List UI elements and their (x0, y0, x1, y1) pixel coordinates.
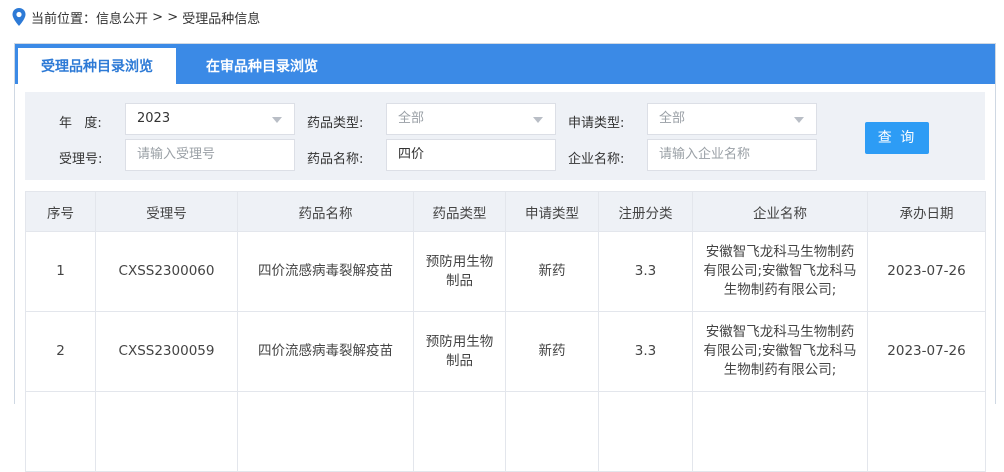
cell-index: 2 (25, 311, 96, 392)
accept-no-input[interactable]: 请输入受理号 (125, 139, 295, 171)
cell-accept-no: CXSS2300060 (95, 231, 238, 312)
col-header-reg-class: 注册分类 (598, 191, 693, 232)
cell-reg-class (598, 391, 693, 472)
cell-index: 1 (25, 231, 96, 312)
year-label: 年 度: (59, 116, 102, 131)
results-table: 序号 受理号 药品名称 药品类型 申请类型 注册分类 企业名称 承办日期 1 C… (25, 191, 986, 472)
cell-apply-type: 新药 (505, 311, 599, 392)
cell-drug-name (237, 391, 414, 472)
cell-reg-class: 3.3 (598, 231, 693, 312)
col-header-accept-no: 受理号 (95, 191, 238, 232)
table-row[interactable] (25, 391, 986, 472)
col-header-index: 序号 (25, 191, 96, 232)
cell-drug-type: 预防用生物制品 (413, 311, 506, 392)
query-button[interactable]: 查 询 (865, 122, 929, 154)
breadcrumb-prefix: 当前位置： (31, 11, 97, 27)
location-pin-icon (12, 8, 26, 26)
apply-type-select-value: 全部 (659, 111, 686, 126)
cell-company: 安徽智飞龙科马生物制药有限公司;安徽智飞龙科马生物制药有限公司; (692, 311, 868, 392)
chevron-down-icon (794, 117, 804, 123)
company-input[interactable]: 请输入企业名称 (647, 139, 817, 171)
col-header-drug-type: 药品类型 (413, 191, 506, 232)
col-header-company: 企业名称 (692, 191, 868, 232)
drug-type-label: 药品类型: (307, 116, 364, 131)
table-row[interactable]: 1 CXSS2300060 四价流感病毒裂解疫苗 预防用生物制品 新药 3.3 … (25, 231, 986, 312)
cell-date: 2023-07-26 (867, 231, 986, 312)
accept-no-label: 受理号: (59, 152, 103, 167)
cell-accept-no (95, 391, 238, 472)
cell-apply-type: 新药 (505, 231, 599, 312)
cell-drug-name: 四价流感病毒裂解疫苗 (237, 231, 414, 312)
cell-drug-type: 预防用生物制品 (413, 231, 506, 312)
table-header-row: 序号 受理号 药品名称 药品类型 申请类型 注册分类 企业名称 承办日期 (25, 191, 986, 232)
cell-reg-class: 3.3 (598, 311, 693, 392)
drug-type-select-value: 全部 (398, 111, 425, 126)
col-header-apply-type: 申请类型 (505, 191, 599, 232)
cell-company: 安徽智飞龙科马生物制药有限公司;安徽智飞龙科马生物制药有限公司; (692, 231, 868, 312)
cell-company (692, 391, 868, 472)
cell-accept-no: CXSS2300059 (95, 311, 238, 392)
tab-bar: 受理品种目录浏览 在审品种目录浏览 (15, 44, 995, 84)
col-header-drug-name: 药品名称 (237, 191, 414, 232)
cell-drug-name: 四价流感病毒裂解疫苗 (237, 311, 414, 392)
cell-date: 2023-07-26 (867, 311, 986, 392)
col-header-date: 承办日期 (867, 191, 986, 232)
breadcrumb-separator: > > (148, 9, 183, 25)
breadcrumb: 当前位置： 信息公开 > > 受理品种信息 (12, 6, 260, 28)
cell-index (25, 391, 96, 472)
year-select-value: 2023 (137, 111, 171, 126)
year-select[interactable]: 2023 (125, 103, 295, 135)
drug-type-select[interactable]: 全部 (386, 103, 556, 135)
breadcrumb-section-link[interactable]: 信息公开 (96, 8, 148, 27)
accept-no-placeholder: 请输入受理号 (137, 147, 216, 162)
drug-name-input[interactable]: 四价 (386, 139, 556, 171)
company-label: 企业名称: (568, 152, 625, 167)
apply-type-select[interactable]: 全部 (647, 103, 817, 135)
chevron-down-icon (533, 117, 543, 123)
cell-drug-type (413, 391, 506, 472)
drug-name-label: 药品名称: (307, 152, 364, 167)
breadcrumb-current: 受理品种信息 (182, 11, 261, 27)
tab-reviewing-catalog[interactable]: 在审品种目录浏览 (187, 48, 337, 84)
apply-type-label: 申请类型: (568, 116, 625, 131)
drug-name-value: 四价 (398, 147, 425, 162)
cell-date (867, 391, 986, 472)
cell-apply-type (505, 391, 599, 472)
filter-form: 年 度: 2023 药品类型: 全部 申请类型: 全部 受理号: 请输入受理号 … (25, 92, 985, 180)
chevron-down-icon (272, 117, 282, 123)
company-placeholder: 请输入企业名称 (659, 147, 751, 162)
table-row[interactable]: 2 CXSS2300059 四价流感病毒裂解疫苗 预防用生物制品 新药 3.3 … (25, 311, 986, 392)
content-panel: 受理品种目录浏览 在审品种目录浏览 年 度: 2023 药品类型: 全部 申请类… (14, 43, 996, 472)
tab-accepted-catalog[interactable]: 受理品种目录浏览 (18, 48, 176, 84)
